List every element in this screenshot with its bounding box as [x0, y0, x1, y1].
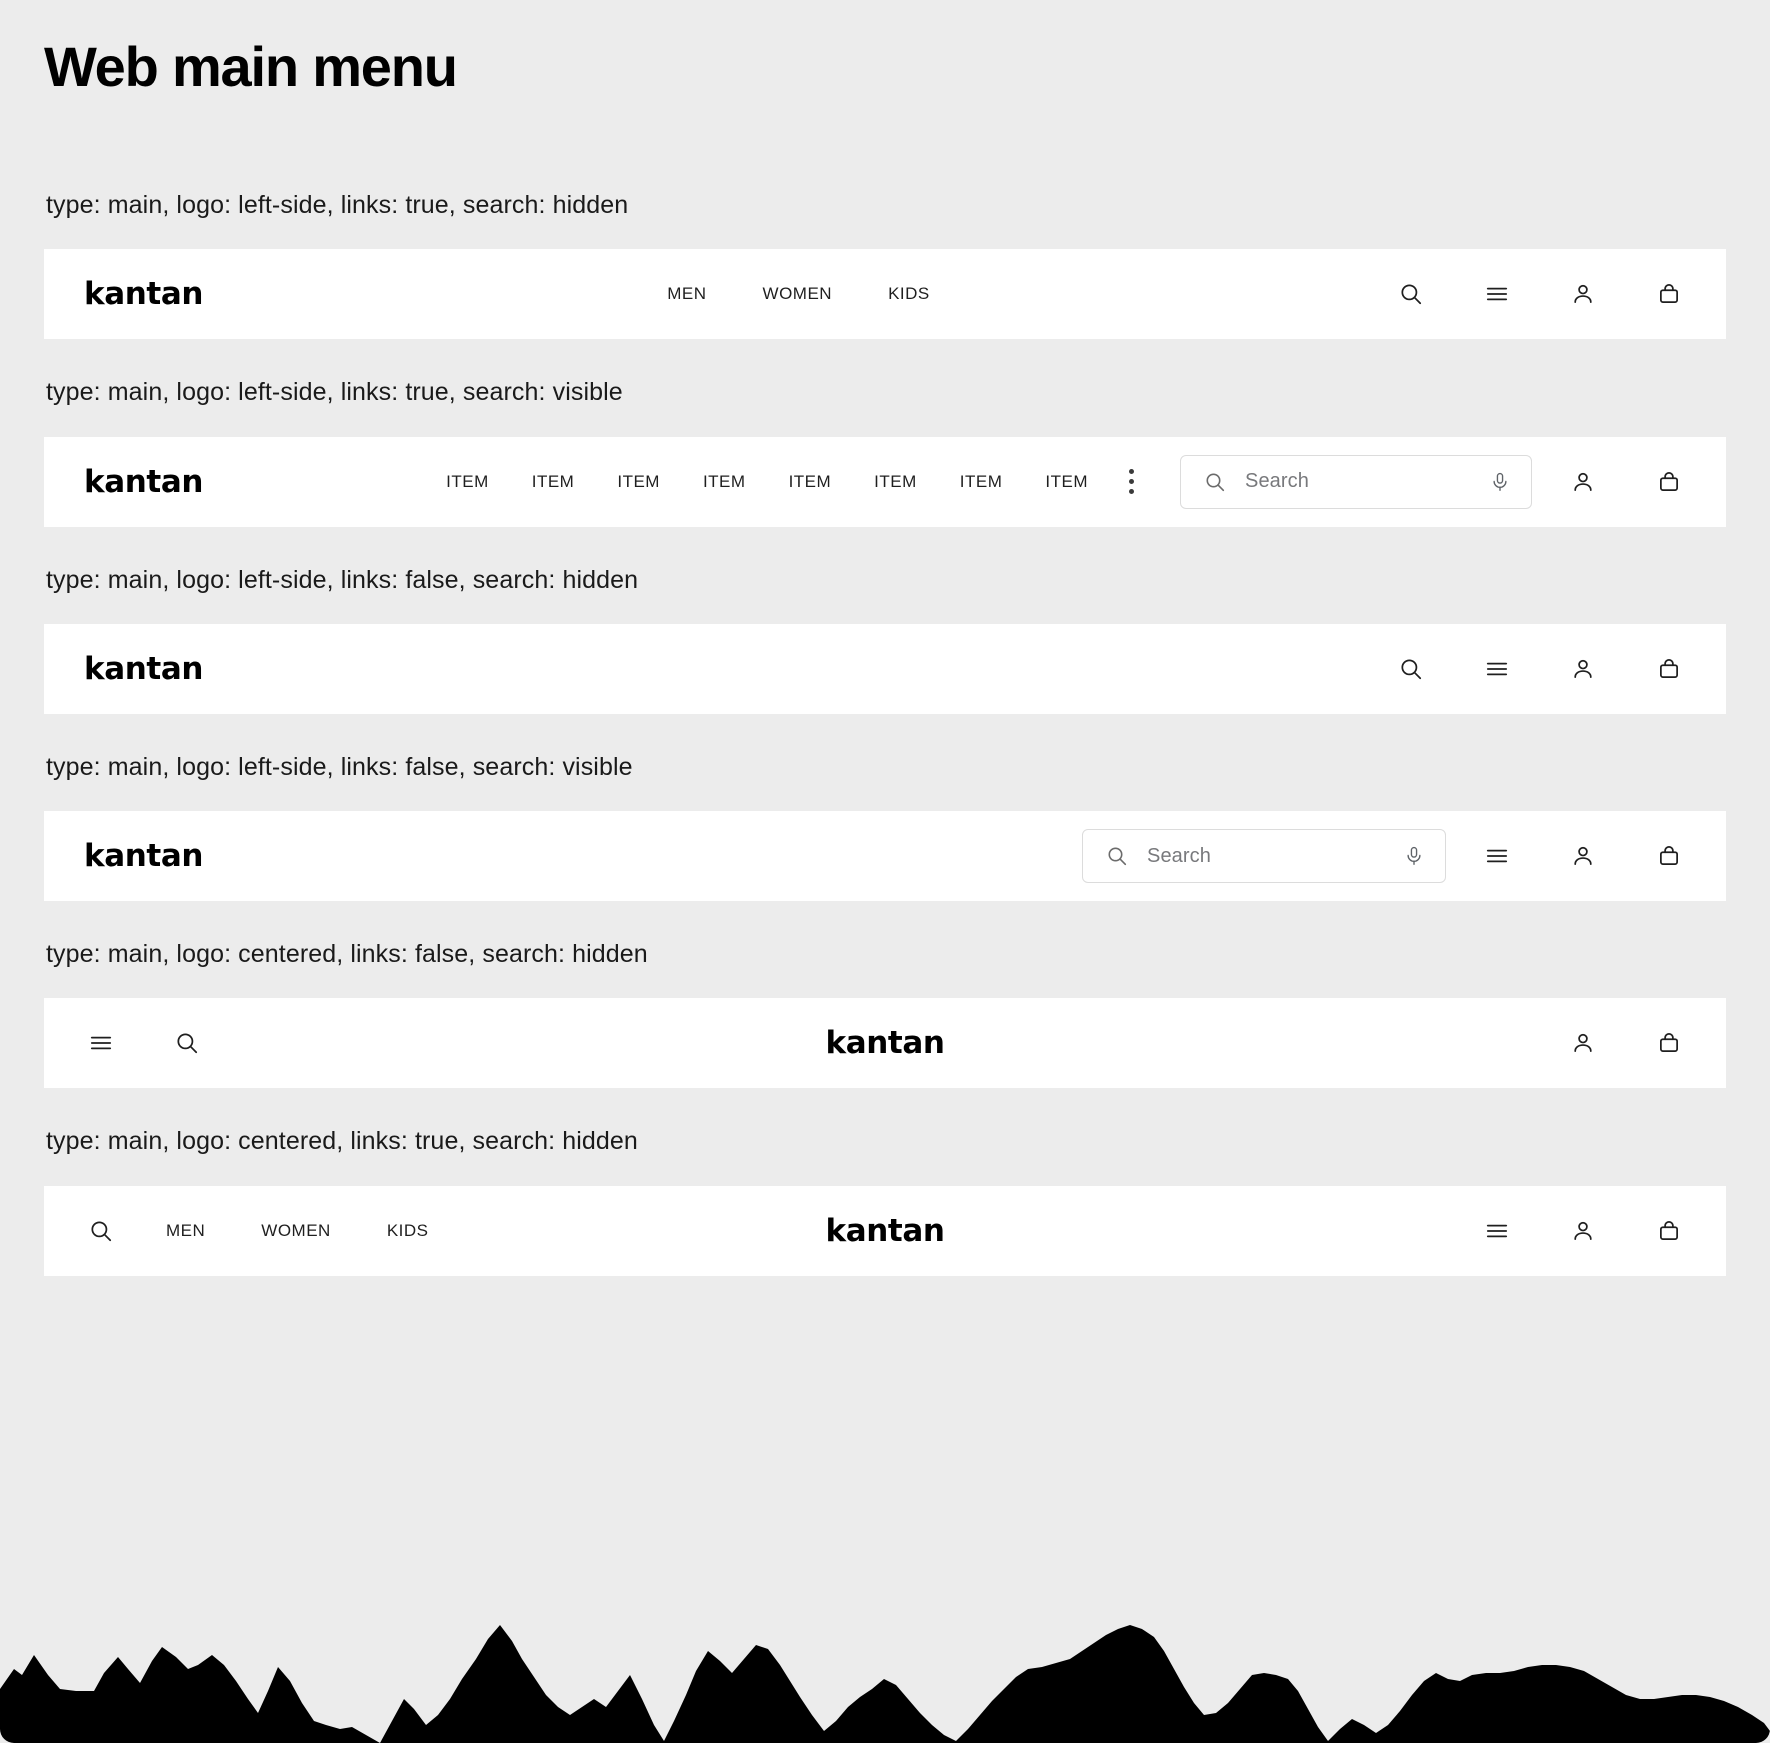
nav-link-item[interactable]: ITEM [446, 466, 489, 498]
search-icon [1105, 844, 1129, 868]
bag-icon[interactable] [1652, 1214, 1686, 1248]
navbar-main-left-links-search: kantan ITEM ITEM ITEM ITEM ITEM ITEM ITE… [44, 436, 1726, 527]
navbar-main-centered-links-nosearch: MEN WOMEN KIDS kantan [44, 1185, 1726, 1276]
search-placeholder: Search [1147, 844, 1211, 867]
bag-icon[interactable] [1652, 839, 1686, 873]
nav-link-kids[interactable]: KIDS [387, 1215, 429, 1247]
search-input[interactable]: Search [1082, 829, 1446, 883]
nav-links: ITEM ITEM ITEM ITEM ITEM ITEM ITEM ITEM [446, 466, 1088, 498]
navbar-actions [1480, 839, 1686, 873]
search-icon[interactable] [1394, 277, 1428, 311]
account-icon[interactable] [1566, 277, 1600, 311]
nav-link-item[interactable]: ITEM [960, 466, 1003, 498]
hamburger-icon[interactable] [1480, 839, 1514, 873]
navbar-actions [1566, 465, 1686, 499]
nav-link-item[interactable]: ITEM [789, 466, 832, 498]
account-icon[interactable] [1566, 1214, 1600, 1248]
jagged-silhouette-decoration [0, 1625, 1770, 1743]
search-icon[interactable] [170, 1026, 204, 1060]
search-icon [1203, 470, 1227, 494]
hamburger-icon[interactable] [1480, 1214, 1514, 1248]
bag-icon[interactable] [1652, 1026, 1686, 1060]
search-input[interactable]: Search [1180, 454, 1532, 509]
nav-link-item[interactable]: ITEM [532, 466, 575, 498]
account-icon[interactable] [1566, 652, 1600, 686]
bag-icon[interactable] [1652, 277, 1686, 311]
variant-stack: type: main, logo: left-side, links: true… [44, 190, 1726, 1276]
navbar-main-left-nolinks-nosearch: kantan [44, 623, 1726, 714]
bag-icon[interactable] [1652, 652, 1686, 686]
navbar-left-actions [84, 1026, 204, 1060]
nav-link-kids[interactable]: KIDS [888, 278, 930, 310]
navbar-actions [1394, 652, 1686, 686]
variant-caption: type: main, logo: left-side, links: fals… [46, 752, 633, 781]
kebab-menu-icon[interactable] [1116, 465, 1146, 499]
navbar-actions [1480, 1214, 1686, 1248]
nav-link-item[interactable]: ITEM [703, 466, 746, 498]
logo[interactable]: kantan [84, 838, 203, 874]
hamburger-icon[interactable] [1480, 277, 1514, 311]
bag-icon[interactable] [1652, 465, 1686, 499]
kebab-dot [1128, 489, 1134, 494]
navbar-main-left-links-nosearch: kantan MEN WOMEN KIDS [44, 249, 1726, 340]
navbar-actions [1566, 1026, 1686, 1060]
nav-link-item[interactable]: ITEM [874, 466, 917, 498]
nav-link-men[interactable]: MEN [166, 1215, 205, 1247]
nav-link-women[interactable]: WOMEN [261, 1215, 331, 1247]
logo[interactable]: kantan [825, 1213, 944, 1249]
navbar-actions [1394, 277, 1686, 311]
search-icon[interactable] [84, 1214, 118, 1248]
logo[interactable]: kantan [825, 1025, 944, 1061]
nav-link-item[interactable]: ITEM [1045, 466, 1088, 498]
kebab-dot [1128, 469, 1134, 474]
nav-links: MEN WOMEN KIDS [667, 278, 930, 310]
search-placeholder: Search [1245, 470, 1309, 492]
nav-link-item[interactable]: ITEM [617, 466, 660, 498]
hamburger-icon[interactable] [1480, 652, 1514, 686]
variant-caption: type: main, logo: centered, links: false… [46, 940, 648, 968]
nav-link-men[interactable]: MEN [667, 278, 706, 310]
logo[interactable]: kantan [84, 651, 203, 687]
logo[interactable]: kantan [84, 464, 203, 500]
navbar-main-left-nolinks-search: kantan Search [44, 811, 1726, 901]
variant-caption: type: main, logo: left-side, links: fals… [46, 565, 639, 594]
page-root: Web main menu type: main, logo: left-sid… [0, 0, 1770, 1743]
microphone-icon[interactable] [1489, 471, 1511, 493]
navbar-main-centered-nolinks-nosearch: kantan [44, 998, 1726, 1089]
hamburger-icon[interactable] [84, 1026, 118, 1060]
account-icon[interactable] [1566, 1026, 1600, 1060]
search-icon[interactable] [1394, 652, 1428, 686]
nav-link-women[interactable]: WOMEN [763, 278, 833, 310]
page-title: Web main menu [44, 35, 458, 98]
variant-caption: type: main, logo: left-side, links: true… [46, 378, 623, 407]
variant-caption: type: main, logo: left-side, links: true… [46, 191, 629, 219]
kebab-dot [1128, 479, 1134, 484]
logo[interactable]: kantan [84, 276, 203, 312]
variant-caption: type: main, logo: centered, links: true,… [46, 1127, 638, 1156]
account-icon[interactable] [1566, 839, 1600, 873]
microphone-icon[interactable] [1403, 845, 1425, 867]
nav-links: MEN WOMEN KIDS [166, 1215, 429, 1247]
account-icon[interactable] [1566, 465, 1600, 499]
